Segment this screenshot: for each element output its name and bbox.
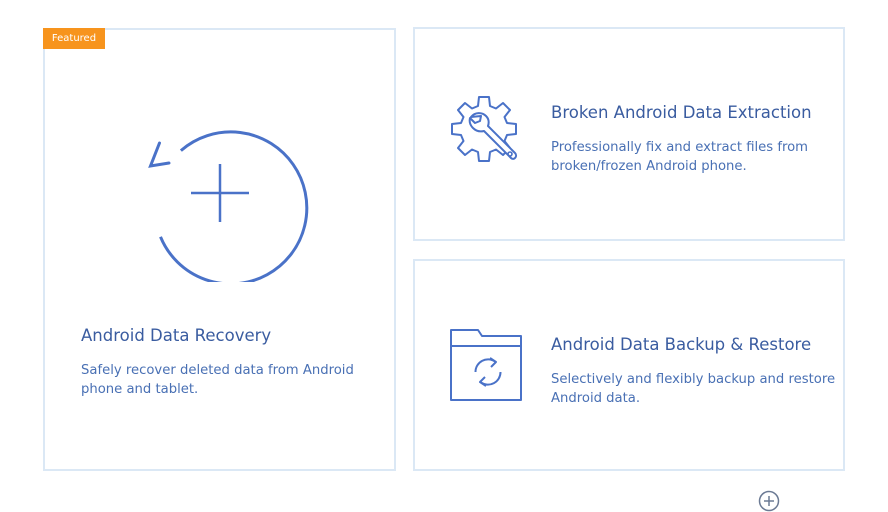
card-description: Safely recover deleted data from Android… xyxy=(81,363,354,397)
card-title: Broken Android Data Extraction xyxy=(551,103,812,122)
card-description: Professionally fix and extract files fro… xyxy=(551,140,809,174)
card-title: Android Data Backup & Restore xyxy=(551,335,812,354)
featured-badge: Featured xyxy=(43,28,105,49)
folder-sync-icon xyxy=(450,329,522,401)
android-data-backup-restore-card[interactable]: Android Data Backup & Restore Selectivel… xyxy=(413,259,845,471)
more-button[interactable] xyxy=(758,490,780,512)
android-data-recovery-card[interactable]: Featured Android Data Recovery Safely re… xyxy=(43,28,396,471)
gear-wrench-icon xyxy=(451,96,518,162)
more-circle-icon xyxy=(758,490,780,512)
card-description: Selectively and flexibly backup and rest… xyxy=(551,372,836,406)
broken-android-data-extraction-card[interactable]: Broken Android Data Extraction Professio… xyxy=(413,27,845,241)
recover-arrow-plus-icon xyxy=(148,130,309,282)
card-title: Android Data Recovery xyxy=(81,326,272,345)
